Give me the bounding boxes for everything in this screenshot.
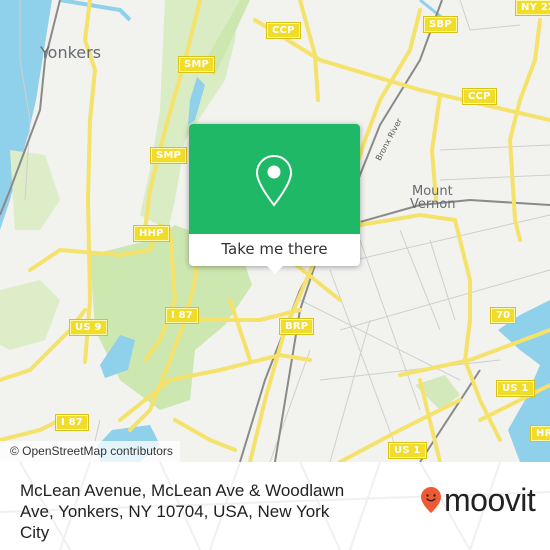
route-shield-ny22: NY 22 xyxy=(514,0,550,16)
park-area xyxy=(0,280,60,350)
route-shield-i87: I 87 xyxy=(165,307,199,324)
route-shield-sbp: SBP xyxy=(423,16,458,33)
route-shield-ccp: CCP xyxy=(266,22,301,39)
map-attribution[interactable]: © OpenStreetMap contributors xyxy=(0,441,180,462)
route-shield-hhp: HHP xyxy=(133,225,170,242)
route-shield-70: 70 xyxy=(489,307,517,324)
route-shield-us1: US 1 xyxy=(496,380,535,397)
route-shield-smp: SMP xyxy=(149,147,188,164)
destination-popup: Take me there xyxy=(189,124,360,274)
take-me-there-button[interactable]: Take me there xyxy=(189,234,360,266)
moovit-wordmark: moovit xyxy=(444,482,536,518)
route-shield-us1: US 1 xyxy=(388,442,427,459)
footer: McLean Avenue, McLean Ave & Woodlawn Ave… xyxy=(0,462,550,550)
moovit-logo: moovit xyxy=(420,482,536,518)
route-shield-ccp: CCP xyxy=(462,88,497,105)
popup-pointer xyxy=(266,265,284,274)
route-shield-brp: BRP xyxy=(278,318,315,335)
route-shield-hrp: HRP xyxy=(530,425,550,442)
place-label-mount-vernon: Vernon xyxy=(410,197,456,212)
map-view[interactable]: Yonkers Mount Vernon Bronx River CCP SBP… xyxy=(0,0,550,462)
stream xyxy=(59,0,132,22)
route-shield-us9: US 9 xyxy=(69,319,108,336)
place-label-yonkers: Yonkers xyxy=(40,43,102,62)
popup-header xyxy=(189,124,360,234)
route-shield-smp: SMP xyxy=(177,56,216,73)
location-pin-icon xyxy=(255,154,293,207)
address-text: McLean Avenue, McLean Ave & Woodlawn Ave… xyxy=(20,481,345,542)
moovit-pin-icon xyxy=(421,487,441,513)
route-shield-i87: I 87 xyxy=(55,414,89,431)
park-area xyxy=(10,150,60,230)
